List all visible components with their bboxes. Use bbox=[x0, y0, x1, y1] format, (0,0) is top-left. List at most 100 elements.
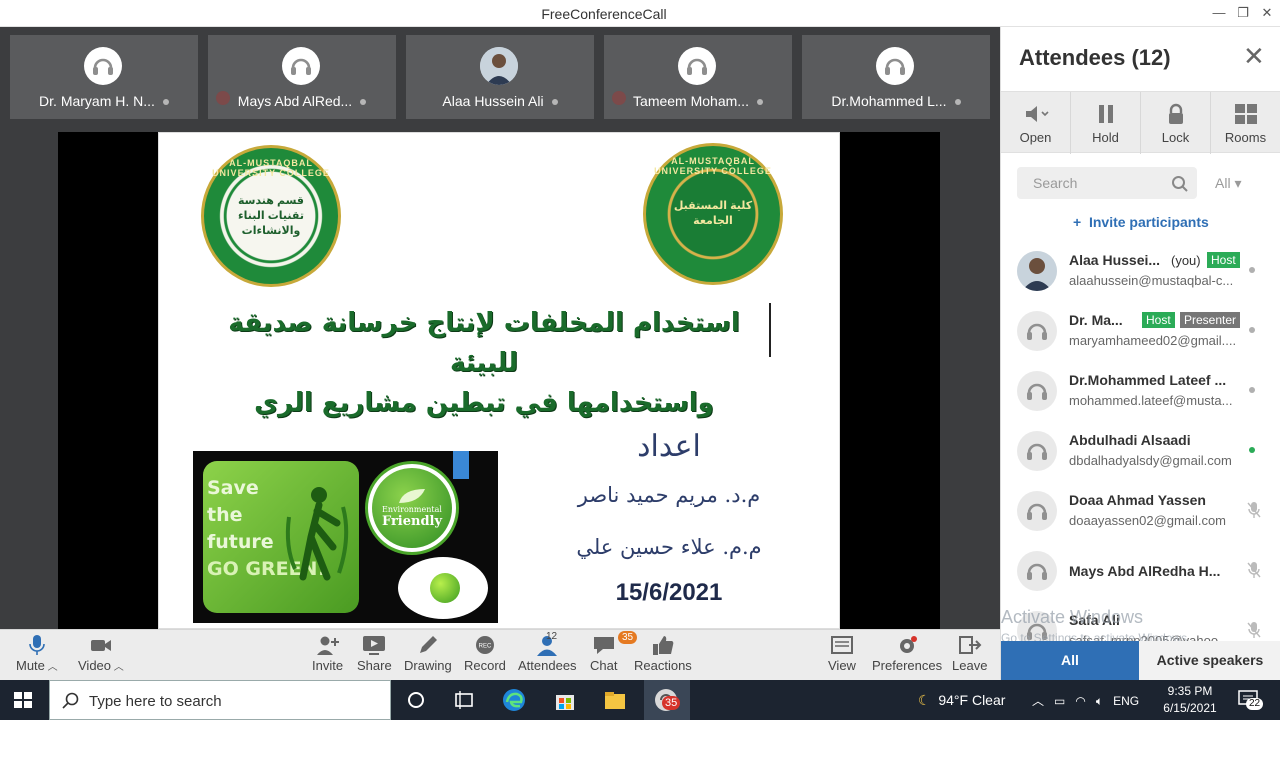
edge-browser-icon[interactable] bbox=[501, 687, 527, 713]
tile-menu-dot[interactable] bbox=[954, 99, 961, 106]
video-strip: Dr. Maryam H. N... Mays Abd AlRed... Alaa … bbox=[0, 27, 1000, 132]
you-label: (you) bbox=[1171, 253, 1201, 268]
audio-status-dot bbox=[1249, 267, 1255, 273]
attendee-row[interactable]: Abdulhadi Alsaadi dbdalhadyalsdy@gmail.co… bbox=[1001, 421, 1280, 481]
toolbar-share-button[interactable]: Share bbox=[357, 634, 392, 678]
video-tile-name: Mays Abd AlRed... bbox=[208, 93, 396, 109]
blue-tab-marker bbox=[453, 451, 469, 479]
action-center-button[interactable]: 22 bbox=[1238, 690, 1264, 710]
search-icon bbox=[62, 692, 79, 709]
headset-icon bbox=[1017, 431, 1057, 471]
minimize-button[interactable]: — bbox=[1208, 3, 1230, 23]
attendee-name: Abdulhadi Alsaadi bbox=[1069, 432, 1191, 448]
attendee-tabs: All Active speakers bbox=[1001, 641, 1280, 680]
chevron-up-icon[interactable]: ︿ bbox=[111, 662, 124, 673]
prepared-by-label: اعداد bbox=[637, 429, 701, 464]
notification-count: 22 bbox=[1246, 698, 1264, 710]
video-tile-name: Dr. Maryam H. N... bbox=[10, 93, 198, 109]
toolbar-chat-button[interactable]: Chat 35 bbox=[590, 631, 638, 678]
chevron-up-icon[interactable]: ︿ bbox=[45, 662, 58, 673]
close-panel-button[interactable]: ✕ bbox=[1243, 43, 1265, 69]
window-close-button[interactable]: ✕ bbox=[1256, 3, 1278, 23]
tab-all[interactable]: All bbox=[1001, 641, 1139, 680]
attendee-row[interactable]: Dr. Ma... Host Presenter maryamhameed02@gma… bbox=[1001, 301, 1280, 361]
toolbar-record-button[interactable]: REC Record bbox=[464, 634, 506, 678]
wifi-icon[interactable]: ◠ bbox=[1075, 694, 1085, 708]
audio-status-dot bbox=[1249, 387, 1255, 393]
slide-date: 15/6/2021 bbox=[615, 579, 723, 606]
battery-icon[interactable]: ▭ bbox=[1054, 694, 1065, 708]
attendee-row[interactable]: Alaa Hussei... (you) Host alaahussein@musta… bbox=[1001, 241, 1280, 301]
tile-menu-dot[interactable] bbox=[551, 99, 558, 106]
toolbar-mute-button[interactable]: Mute ︿ bbox=[16, 634, 58, 678]
share-screen-icon bbox=[357, 634, 392, 656]
attendee-filter-dropdown[interactable]: All ▾ bbox=[1215, 175, 1241, 192]
microphone-icon bbox=[16, 634, 58, 656]
invite-participants-link[interactable]: + Invite participants bbox=[1073, 214, 1209, 230]
video-tile[interactable]: Mays Abd AlRed... bbox=[208, 35, 396, 119]
title-bar: FreeConferenceCall — ❐ ✕ bbox=[0, 0, 1280, 27]
toolbar-leave-button[interactable]: Leave bbox=[952, 634, 987, 678]
attendee-row[interactable]: Mays Abd AlRedha H... bbox=[1001, 541, 1280, 601]
toolbar-invite-button[interactable]: Invite bbox=[312, 634, 343, 678]
pencil-icon bbox=[404, 634, 452, 656]
author-1: م.د. مريم حميد ناصر bbox=[577, 483, 761, 507]
volume-icon[interactable]: 🔈︎ bbox=[1096, 694, 1103, 708]
attendee-name: Mays Abd AlRedha H... bbox=[1069, 563, 1221, 579]
windows-start-icon[interactable] bbox=[14, 692, 32, 708]
video-tile[interactable]: Dr.Mohammed L... bbox=[802, 35, 990, 119]
store-icon[interactable] bbox=[552, 687, 578, 713]
panel-tool-lock[interactable]: Lock bbox=[1141, 92, 1211, 154]
panel-tool-hold[interactable]: Hold bbox=[1071, 92, 1141, 154]
panel-tool-label: Open bbox=[1019, 130, 1052, 145]
video-tile[interactable]: Dr. Maryam H. N... bbox=[10, 35, 198, 119]
panel-tool-rooms[interactable]: Rooms bbox=[1211, 92, 1280, 154]
audio-status-dot bbox=[1249, 447, 1255, 453]
video-tile[interactable]: Alaa Hussein Ali bbox=[406, 35, 594, 119]
seal-left-ring-text: AL-MUSTAQBAL UNIVERSITY COLLEGE bbox=[212, 158, 330, 178]
weather-widget[interactable]: ☾ 94°F Clear bbox=[918, 692, 1005, 709]
attendee-email: dbdalhadyalsdy@gmail.com bbox=[1069, 453, 1232, 468]
headset-icon bbox=[84, 47, 122, 85]
toolbar-view-button[interactable]: View bbox=[828, 634, 856, 678]
muted-microphone-icon bbox=[1247, 561, 1261, 579]
toolbar-drawing-button[interactable]: Drawing bbox=[404, 634, 452, 678]
tile-menu-dot[interactable] bbox=[756, 99, 763, 106]
plus-icon: + bbox=[1073, 214, 1082, 230]
attendee-name: Dr. Ma... bbox=[1069, 312, 1123, 328]
attendee-row[interactable]: Dr.Mohammed Lateef ... mohammed.lateef@mu… bbox=[1001, 361, 1280, 421]
toolbar-preferences-button[interactable]: Preferences bbox=[872, 634, 942, 678]
file-explorer-icon[interactable] bbox=[602, 687, 628, 713]
toolbar-attendees-button[interactable]: Attendees 12 bbox=[518, 631, 577, 678]
tile-menu-dot[interactable] bbox=[360, 99, 367, 106]
add-user-icon bbox=[312, 634, 343, 656]
tile-menu-dot[interactable] bbox=[162, 99, 169, 106]
search-icon[interactable] bbox=[1171, 175, 1189, 193]
taskbar-search-box[interactable]: Type here to search bbox=[49, 680, 391, 720]
tab-active-speakers[interactable]: Active speakers bbox=[1139, 641, 1280, 680]
chevron-up-icon[interactable]: ︿ bbox=[1032, 694, 1044, 708]
preferences-gear-icon bbox=[872, 634, 942, 656]
cortana-icon[interactable] bbox=[403, 687, 429, 713]
toolbar-label: Chat bbox=[590, 658, 618, 673]
taskbar-clock[interactable]: 9:35 PM 6/15/2021 bbox=[1150, 683, 1230, 717]
freeconferencecall-taskbar-app[interactable]: 35 bbox=[644, 680, 690, 720]
restore-button[interactable]: ❐ bbox=[1232, 3, 1254, 23]
attendee-row[interactable]: Doaa Ahmad Yassen doaayassen02@gmail.com bbox=[1001, 481, 1280, 541]
participant-name: Dr. Maryam H. N... bbox=[39, 93, 155, 109]
toolbar-reactions-button[interactable]: Reactions bbox=[634, 634, 692, 678]
record-icon: REC bbox=[464, 634, 506, 656]
attendees-panel-title: Attendees (12) bbox=[1019, 45, 1171, 70]
panel-tool-open[interactable]: Open bbox=[1001, 92, 1071, 154]
panel-tool-label: Lock bbox=[1161, 130, 1190, 145]
task-view-icon[interactable] bbox=[451, 687, 477, 713]
toolbar-video-button[interactable]: Video ︿ bbox=[78, 634, 124, 678]
toolbar-label: Mute bbox=[16, 658, 45, 673]
seal-left-center-text: قسم هندسة تقنيات البناء والانشاءات bbox=[237, 194, 305, 237]
video-tile[interactable]: Tameem Moham... bbox=[604, 35, 792, 119]
globe-sprout-icon bbox=[398, 557, 488, 619]
leave-icon bbox=[952, 634, 987, 656]
video-tile-name: Alaa Hussein Ali bbox=[406, 93, 594, 109]
language-indicator[interactable]: ENG bbox=[1113, 694, 1139, 708]
attendee-search-input[interactable] bbox=[1017, 167, 1197, 199]
